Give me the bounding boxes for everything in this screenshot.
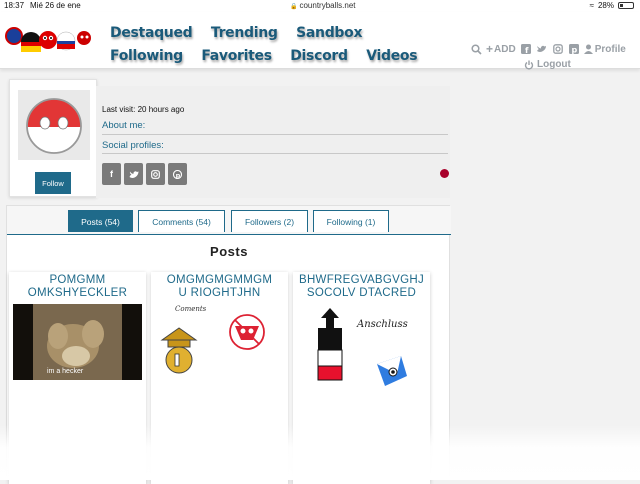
address-bar[interactable]: 🔒 countryballs.net bbox=[290, 1, 356, 10]
last-visit: Last visit: 20 hours ago bbox=[102, 105, 185, 114]
post-title-line2: U RIOGHTJHN bbox=[178, 287, 261, 299]
thumbnail-caption: Coments bbox=[175, 305, 207, 313]
post-title-line1: OMGMGMGMMGM bbox=[166, 274, 273, 286]
tab-posts[interactable]: Posts (54) bbox=[68, 210, 133, 232]
nav-sandbox[interactable]: Sandbox bbox=[296, 25, 362, 41]
user-icon bbox=[583, 44, 593, 54]
site-logo[interactable] bbox=[4, 26, 94, 56]
logout-label: Logout bbox=[537, 59, 571, 70]
battery-icon bbox=[618, 2, 634, 9]
post-title[interactable]: OMGMGMGMMGM U RIOGHTJHN bbox=[151, 274, 288, 300]
nav-discord[interactable]: Discord bbox=[290, 48, 348, 64]
lock-icon: 🔒 bbox=[290, 4, 298, 10]
post-title-line1: BHWFREGVABGVGHJ bbox=[298, 274, 425, 286]
plus-icon: + bbox=[486, 42, 494, 56]
about-heading: About me: bbox=[102, 120, 146, 131]
nav-following[interactable]: Following bbox=[110, 48, 183, 64]
social-buttons: f p bbox=[102, 163, 187, 185]
date: Mié 26 de ene bbox=[30, 1, 81, 10]
thumbnail-caption: im a hecker bbox=[47, 368, 84, 375]
profile-link[interactable]: Profile bbox=[583, 43, 626, 55]
nav-destaqued[interactable]: Destaqued bbox=[110, 25, 193, 41]
power-icon bbox=[524, 60, 534, 70]
svg-text:f: f bbox=[525, 46, 529, 54]
instagram-icon[interactable] bbox=[146, 163, 165, 185]
bottom-fade-overlay bbox=[0, 425, 640, 480]
url-text: countryballs.net bbox=[299, 1, 356, 10]
pinterest-icon[interactable]: p bbox=[168, 163, 187, 185]
svg-text:p: p bbox=[176, 171, 181, 179]
post-title[interactable]: POMGMM OMKSHYECKLER bbox=[9, 274, 146, 300]
tab-comments[interactable]: Comments (54) bbox=[138, 210, 225, 232]
tab-following[interactable]: Following (1) bbox=[313, 210, 389, 232]
clock: 18:37 bbox=[4, 1, 25, 10]
profile-tabs: Posts (54) Comments (54) Followers (2) F… bbox=[7, 206, 451, 235]
svg-text:p: p bbox=[571, 46, 577, 55]
post-title-line2: SOCOLV DTACRED bbox=[306, 287, 417, 299]
facebook-icon[interactable]: f bbox=[102, 163, 121, 185]
social-heading: Social profiles: bbox=[102, 140, 164, 151]
profile-info: Last visit: 20 hours ago About me: Socia… bbox=[96, 86, 450, 198]
countryball-avatar bbox=[26, 98, 82, 154]
post-title-line2: OMKSHYECKLER bbox=[27, 287, 128, 299]
main-nav: Destaqued Trending Sandbox Following Fav… bbox=[110, 24, 440, 70]
social-divider bbox=[102, 153, 448, 154]
post-title-line1: POMGMM bbox=[49, 274, 106, 286]
profile-label: Profile bbox=[594, 43, 626, 55]
nav-videos[interactable]: Videos bbox=[366, 48, 417, 64]
posts-heading: Posts bbox=[210, 244, 248, 259]
instagram-icon[interactable] bbox=[552, 43, 564, 55]
facebook-icon[interactable]: f bbox=[520, 43, 532, 55]
nav-trending[interactable]: Trending bbox=[211, 25, 278, 41]
avatar-box: Follow bbox=[9, 79, 97, 197]
site-header: Destaqued Trending Sandbox Following Fav… bbox=[0, 12, 640, 70]
thumbnail-caption: Anschluss bbox=[357, 319, 408, 330]
battery-percent: 28% bbox=[597, 1, 614, 10]
ios-status-bar: 18:37 Mié 26 de ene 🔒 countryballs.net ≈ … bbox=[0, 0, 640, 12]
about-divider bbox=[102, 134, 448, 135]
logout-link[interactable]: Logout bbox=[524, 59, 571, 70]
post-title[interactable]: BHWFREGVABGVGHJ SOCOLV DTACRED bbox=[293, 274, 430, 300]
tab-followers[interactable]: Followers (2) bbox=[231, 210, 308, 232]
avatar bbox=[18, 90, 90, 160]
add-button[interactable]: + ADD bbox=[486, 42, 516, 56]
twitter-icon[interactable] bbox=[124, 163, 143, 185]
add-label: ADD bbox=[494, 43, 516, 55]
status-icons: ≈ 28% bbox=[590, 1, 634, 10]
post-thumbnail[interactable] bbox=[155, 304, 284, 380]
wifi-icon: ≈ bbox=[589, 1, 594, 10]
twitter-icon[interactable] bbox=[536, 43, 548, 55]
battery-fill bbox=[620, 4, 623, 7]
header-tools: + ADD f p Profile bbox=[470, 42, 626, 56]
nav-favorites[interactable]: Favorites bbox=[201, 48, 272, 64]
search-icon[interactable] bbox=[470, 43, 482, 55]
profile-card: Follow Last visit: 20 hours ago About me… bbox=[6, 76, 450, 200]
status-dot bbox=[440, 169, 449, 178]
follow-button[interactable]: Follow bbox=[35, 172, 71, 194]
pinterest-icon[interactable]: p bbox=[568, 43, 580, 55]
